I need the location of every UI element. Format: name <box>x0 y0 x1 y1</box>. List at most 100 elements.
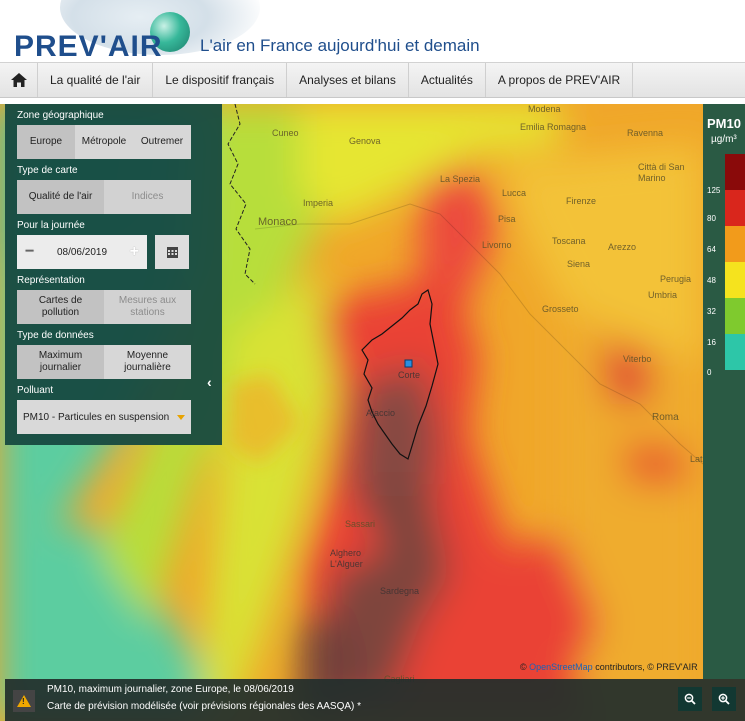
type-donnees-label: Type de données <box>17 330 94 341</box>
legend-swatch <box>725 154 745 190</box>
place-alghero: Alghero <box>330 548 362 558</box>
place-ravenna: Ravenna <box>627 128 664 138</box>
place-toscana: Toscana <box>552 236 586 246</box>
zoom-out-icon <box>684 693 696 705</box>
nav-item-apropos[interactable]: A propos de PREV'AIR <box>486 63 634 97</box>
place-lucca: Lucca <box>502 188 527 198</box>
date-next-button[interactable]: + <box>130 243 139 261</box>
legend-unit: µg/m³ <box>711 134 737 145</box>
zone-selector: Europe Métropole Outremer <box>17 125 210 159</box>
place-viterbo: Viterbo <box>623 354 652 364</box>
nav-item-actualites[interactable]: Actualités <box>409 63 486 97</box>
place-sardegna: Sardegna <box>380 586 420 596</box>
place-imperia: Imperia <box>303 198 334 208</box>
place-genova: Genova <box>349 136 381 146</box>
representation-label: Représentation <box>17 275 85 286</box>
collapse-panel-icon[interactable]: ‹ <box>207 374 212 390</box>
home-icon <box>10 73 27 87</box>
place-corte: Corte <box>398 370 421 380</box>
date-stepper: − 08/06/2019 + <box>17 235 147 269</box>
zone-label: Zone géographique <box>17 110 104 121</box>
zone-option-outremer[interactable]: Outremer <box>133 125 191 159</box>
zoom-in-icon <box>718 693 730 705</box>
legend-swatch <box>725 190 745 226</box>
osm-link[interactable]: OpenStreetMap <box>529 662 593 672</box>
place-livorno: Livorno <box>482 240 512 250</box>
place-siena: Siena <box>567 259 591 269</box>
control-panel: Zone géographique Europe Métropole Outre… <box>5 104 222 445</box>
map-info-bar: ! PM10, maximum journalier, zone Europe,… <box>5 679 745 721</box>
legend-color-scale <box>725 154 745 370</box>
place-umbria: Umbria <box>648 290 678 300</box>
place-sassari: Sassari <box>345 519 376 529</box>
polluant-select[interactable]: PM10 - Particules en suspension <box>17 400 191 434</box>
date-picker: − 08/06/2019 + <box>17 235 210 269</box>
date-previous-button[interactable]: − <box>25 243 34 261</box>
nav-item-dispositif[interactable]: Le dispositif français <box>153 63 288 97</box>
forecast-note[interactable]: Carte de prévision modélisée (voir prévi… <box>47 701 361 712</box>
place-monaco: Monaco <box>258 216 298 228</box>
date-value[interactable]: 08/06/2019 <box>57 247 107 258</box>
calendar-button[interactable] <box>155 235 189 269</box>
legend-tick: 0 <box>707 368 712 377</box>
attribution-suffix: contributors, © PREV'AIR <box>592 662 698 672</box>
zoom-in-button[interactable] <box>712 687 736 711</box>
place-cuneo: Cuneo <box>272 128 299 138</box>
dropdown-caret-icon <box>177 414 185 420</box>
place-ajaccio: Ajaccio <box>366 408 396 418</box>
type-carte-selector: Qualité de l'air Indices <box>17 180 210 214</box>
place-firenze: Firenze <box>566 196 597 206</box>
legend-tick: 64 <box>707 245 716 254</box>
nav-home-button[interactable] <box>0 63 38 97</box>
zoom-out-button[interactable] <box>678 687 702 711</box>
site-tagline: L'air en France aujourd'hui et demain <box>200 36 480 55</box>
legend-panel: PM10 µg/m³ 125 80 64 48 32 16 0 <box>703 104 745 679</box>
legend-tick: 16 <box>707 338 716 347</box>
place-emilia-romagna: Emilia Romagna <box>520 122 587 132</box>
polluant-label: Polluant <box>17 385 54 396</box>
type-carte-option-qualite[interactable]: Qualité de l'air <box>17 180 104 214</box>
type-carte-label: Type de carte <box>17 165 78 176</box>
legend-swatch <box>725 226 745 262</box>
main-nav: La qualité de l'air Le dispositif frança… <box>0 62 745 98</box>
polluant-value: PM10 - Particules en suspension <box>23 411 170 423</box>
map-attribution: © OpenStreetMap contributors, © PREV'AIR <box>520 662 698 672</box>
representation-option-mesures[interactable]: Mesures aux stations <box>104 290 191 324</box>
type-donnees-option-moyenne[interactable]: Moyenne journalière <box>104 345 191 379</box>
attribution-prefix: © <box>520 662 530 672</box>
place-modena: Modena <box>528 104 561 114</box>
place-lalguer: L'Alguer <box>330 559 363 569</box>
legend-swatch <box>725 262 745 298</box>
legend-tick: 125 <box>707 186 721 195</box>
site-logo[interactable]: PREV'AIR <box>14 30 163 62</box>
station-marker <box>404 359 413 368</box>
legend-swatch <box>725 298 745 334</box>
place-san-marino: Città di San Marino <box>638 162 685 183</box>
place-perugia: Perugia <box>660 274 692 284</box>
place-roma: Roma <box>652 412 679 423</box>
place-grosseto: Grosseto <box>542 304 579 314</box>
type-donnees-selector: Maximum journalier Moyenne journalière <box>17 345 210 379</box>
legend-title: PM10 <box>707 116 741 131</box>
type-carte-option-indices[interactable]: Indices <box>104 180 191 214</box>
legend-tick: 48 <box>707 276 716 285</box>
type-donnees-option-maximum[interactable]: Maximum journalier <box>17 345 104 379</box>
site-header: PREV'AIR L'air en France aujourd'hui et … <box>0 0 745 62</box>
zone-option-metropole[interactable]: Métropole <box>75 125 133 159</box>
place-arezzo: Arezzo <box>608 242 637 252</box>
representation-selector: Cartes de pollution Mesures aux stations <box>17 290 210 324</box>
place-la-spezia: La Spezia <box>440 174 481 184</box>
nav-item-analyses[interactable]: Analyses et bilans <box>287 63 409 97</box>
legend-tick: 32 <box>707 307 716 316</box>
place-pisa: Pisa <box>498 214 516 224</box>
warning-button[interactable]: ! <box>13 690 35 712</box>
legend-swatch <box>725 334 745 370</box>
nav-item-qualite[interactable]: La qualité de l'air <box>38 63 154 97</box>
calendar-icon <box>166 246 178 258</box>
warning-icon: ! <box>17 695 31 707</box>
journee-label: Pour la journée <box>17 220 85 231</box>
representation-option-cartes[interactable]: Cartes de pollution <box>17 290 104 324</box>
legend-tick: 80 <box>707 214 716 223</box>
zone-option-europe[interactable]: Europe <box>17 125 75 159</box>
map-description: PM10, maximum journalier, zone Europe, l… <box>47 684 294 695</box>
